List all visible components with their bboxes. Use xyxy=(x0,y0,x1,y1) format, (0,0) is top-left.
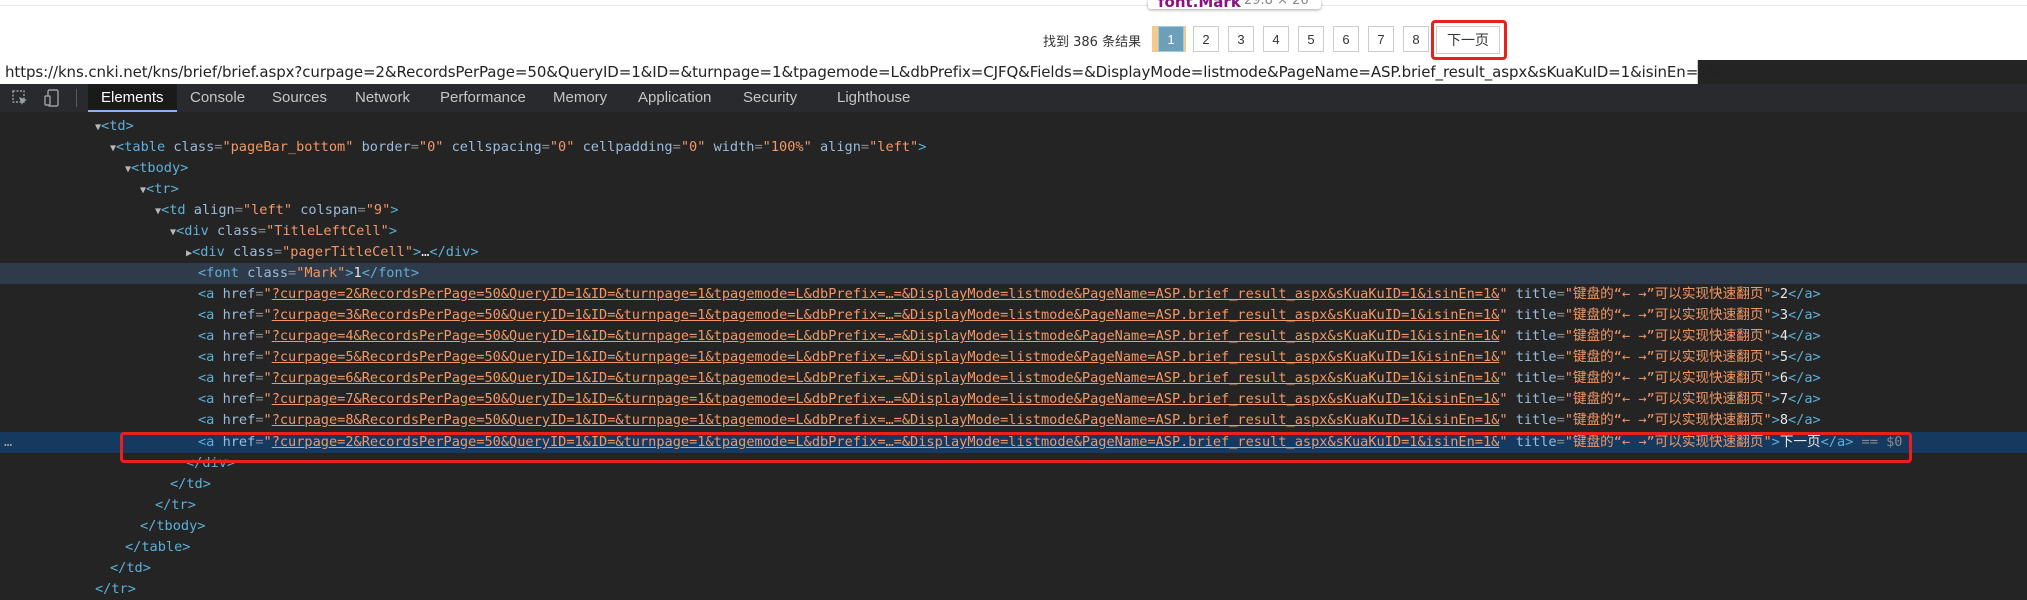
dom-node-a-page-link[interactable]: <a href="?curpage=2&RecordsPerPage=50&Qu… xyxy=(0,284,2027,305)
dom-node-tbody[interactable]: ▼<tbody> xyxy=(0,158,2027,179)
selected-row-highlight-box xyxy=(120,432,1912,463)
dom-node-a-page-link[interactable]: <a href="?curpage=3&RecordsPerPage=50&Qu… xyxy=(0,305,2027,326)
result-count: 找到 386 条结果 xyxy=(1043,35,1142,50)
page-button[interactable]: 7 xyxy=(1368,26,1394,52)
dom-close-tr-outer[interactable]: </tr> xyxy=(0,579,2027,600)
tab-application[interactable]: Application xyxy=(638,84,711,112)
next-button-highlight-box xyxy=(1431,20,1507,60)
dom-node-tr[interactable]: ▼<tr> xyxy=(0,179,2027,200)
tab-sources[interactable]: Sources xyxy=(272,84,327,112)
row-menu-icon[interactable]: … xyxy=(4,432,12,453)
divider xyxy=(0,5,2027,6)
dom-node-td-inner[interactable]: ▼<td align="left" colspan="9"> xyxy=(0,200,2027,221)
devtools-toolbar: Elements Console Sources Network Perform… xyxy=(0,84,2027,113)
dom-node-font-mark[interactable]: <font class="Mark">1</font> xyxy=(0,263,2027,284)
page-button[interactable]: 4 xyxy=(1263,26,1289,52)
dom-node-a-page-link[interactable]: <a href="?curpage=5&RecordsPerPage=50&Qu… xyxy=(0,347,2027,368)
dom-close-table[interactable]: </table> xyxy=(0,537,2027,558)
dom-close-td[interactable]: </td> xyxy=(0,474,2027,495)
dom-close-tr[interactable]: </tr> xyxy=(0,495,2027,516)
elements-tree: ▼<td> ▼<table class="pageBar_bottom" bor… xyxy=(0,112,2027,600)
device-toolbar-icon[interactable] xyxy=(44,89,60,107)
dom-node-a-page-link[interactable]: <a href="?curpage=8&RecordsPerPage=50&Qu… xyxy=(0,410,2027,431)
page-button[interactable]: 6 xyxy=(1333,26,1359,52)
page-button-current[interactable]: 1 xyxy=(1158,26,1184,52)
page-button[interactable]: 5 xyxy=(1298,26,1324,52)
page-button[interactable]: 8 xyxy=(1403,26,1429,52)
tab-security[interactable]: Security xyxy=(743,84,797,112)
dom-close-tbody[interactable]: </tbody> xyxy=(0,516,2027,537)
web-page-area: font.Mark 29.8 × 26 找到 386 条结果 1 2 3 4 5… xyxy=(0,0,2027,60)
tooltip-selector: font.Mark xyxy=(1158,0,1241,9)
page-button[interactable]: 2 xyxy=(1193,26,1219,52)
tab-performance[interactable]: Performance xyxy=(440,84,526,112)
tab-console[interactable]: Console xyxy=(190,84,245,112)
inspect-tooltip: font.Mark 29.8 × 26 xyxy=(1148,0,1321,9)
dom-node-table[interactable]: ▼<table class="pageBar_bottom" border="0… xyxy=(0,137,2027,158)
tab-network[interactable]: Network xyxy=(355,84,410,112)
tab-lighthouse[interactable]: Lighthouse xyxy=(837,84,910,112)
dom-node-td[interactable]: ▼<td> xyxy=(0,116,2027,137)
toolbar-divider xyxy=(76,89,77,107)
tooltip-size: 29.8 × 26 xyxy=(1244,0,1309,8)
dom-node-div-pagertitlecell[interactable]: ▶<div class="pagerTitleCell">…</div> xyxy=(0,242,2027,263)
link-status-bar: https://kns.cnki.net/kns/brief/brief.asp… xyxy=(0,60,1719,84)
dom-node-a-page-link[interactable]: <a href="?curpage=7&RecordsPerPage=50&Qu… xyxy=(0,389,2027,410)
status-url: https://kns.cnki.net/kns/brief/brief.asp… xyxy=(5,63,1720,81)
tab-memory[interactable]: Memory xyxy=(553,84,607,112)
page-button[interactable]: 3 xyxy=(1228,26,1254,52)
dom-node-a-page-link[interactable]: <a href="?curpage=4&RecordsPerPage=50&Qu… xyxy=(0,326,2027,347)
dom-node-div-titleleftcell[interactable]: ▼<div class="TitleLeftCell"> xyxy=(0,221,2027,242)
dom-close-td-outer[interactable]: </td> xyxy=(0,558,2027,579)
tab-elements[interactable]: Elements xyxy=(88,84,177,112)
dom-node-a-page-link[interactable]: <a href="?curpage=6&RecordsPerPage=50&Qu… xyxy=(0,368,2027,389)
inspect-element-icon[interactable] xyxy=(12,90,28,106)
